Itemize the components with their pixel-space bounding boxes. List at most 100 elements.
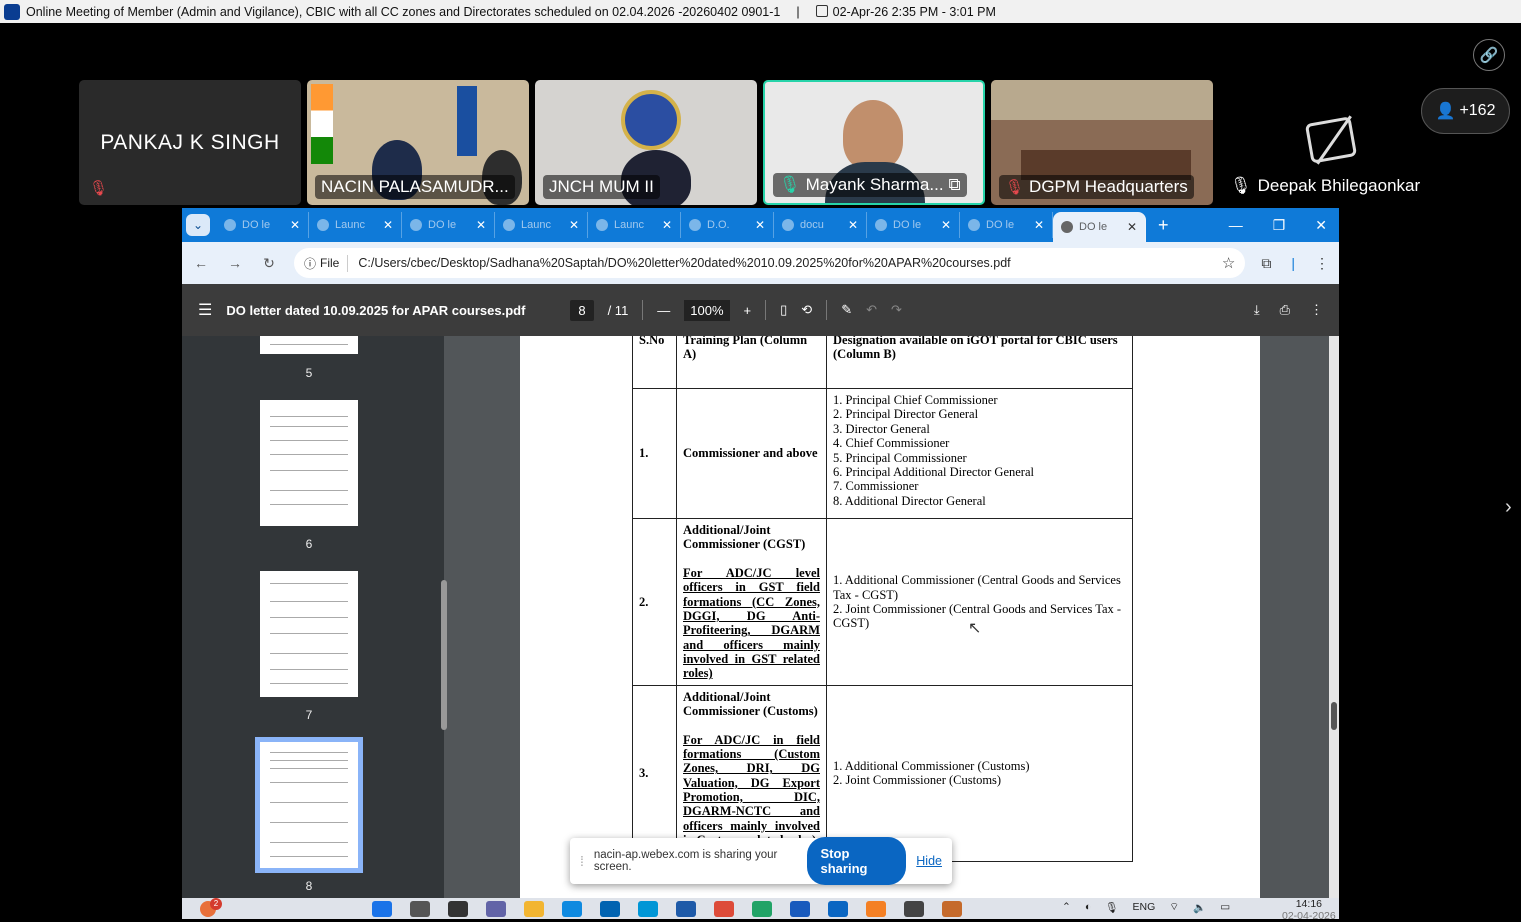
page-thumbnail[interactable] <box>260 336 358 354</box>
close-tab-icon[interactable]: ✕ <box>476 218 486 232</box>
edge-icon[interactable] <box>562 901 582 917</box>
participant-tile[interactable]: PANKAJ K SINGH 🎙 <box>79 80 301 205</box>
minimize-icon[interactable]: — <box>1229 217 1243 234</box>
browser-tab[interactable]: Launc ✕ <box>588 212 681 238</box>
app-icon[interactable] <box>942 901 962 917</box>
participant-tile-active-speaker[interactable]: 🎙 Mayank Sharma... ⧉ <box>763 80 985 205</box>
close-tab-icon[interactable]: ✕ <box>1034 218 1044 232</box>
volume-icon[interactable]: 🔈 <box>1193 901 1206 914</box>
browser-tab[interactable]: Launc ✕ <box>309 212 402 238</box>
designation-item: 2. Joint Commissioner (Customs) <box>833 773 1002 788</box>
calendar-icon <box>815 4 828 17</box>
taskbar-clock[interactable]: 14:16 02-04-2026 <box>1282 898 1336 922</box>
page-number-input[interactable]: 8 <box>570 299 594 321</box>
microphone-icon[interactable]: 🎙 <box>1105 901 1118 914</box>
reload-icon[interactable]: ↻ <box>260 255 278 272</box>
zoom-level-input[interactable]: 100% <box>684 299 730 321</box>
close-tab-icon[interactable]: ✕ <box>569 218 579 232</box>
chrome-icon[interactable] <box>714 901 734 917</box>
more-options-icon[interactable]: ⋮ <box>1310 302 1323 318</box>
drag-handle-icon[interactable]: ⁞ <box>580 853 584 869</box>
browser-tab[interactable]: DO le ✕ <box>402 212 495 238</box>
browser-tab[interactable]: D.O. ✕ <box>681 212 774 238</box>
word-icon[interactable] <box>790 901 810 917</box>
new-tab-button[interactable]: + <box>1158 215 1169 236</box>
more-menu-icon[interactable]: ⋮ <box>1315 255 1329 272</box>
hamburger-menu-icon[interactable]: ☰ <box>198 300 212 320</box>
participant-tile[interactable]: JNCH MUM II <box>535 80 757 205</box>
header-column-b: Designation available on iGOT portal for… <box>826 336 1133 389</box>
close-tab-icon[interactable]: ✕ <box>941 218 951 232</box>
page-thumbnail[interactable] <box>260 571 358 697</box>
excel-icon[interactable] <box>752 901 772 917</box>
thumbnail-scrollbar[interactable] <box>440 336 450 898</box>
page-thumbnail[interactable] <box>260 400 358 526</box>
page-thumbnail-selected[interactable] <box>255 737 363 873</box>
pdf-scrollbar[interactable] <box>1329 336 1339 898</box>
close-tab-icon[interactable]: ✕ <box>383 218 393 232</box>
undo-icon[interactable]: ↶ <box>866 302 877 318</box>
close-tab-icon[interactable]: ✕ <box>662 218 672 232</box>
bookmark-star-icon[interactable]: ☆ <box>1222 254 1235 272</box>
address-bar[interactable]: ⓘ File C:/Users/cbec/Desktop/Sadhana%20Sa… <box>294 248 1246 278</box>
participant-tile[interactable]: 🎙 DGPM Headquarters <box>991 80 1213 205</box>
download-icon[interactable]: ⤓ <box>1254 302 1260 318</box>
stop-sharing-button[interactable]: Stop sharing <box>806 837 907 885</box>
thumbnail-line <box>270 440 348 441</box>
participant-tile[interactable]: NACIN PALASAMUDR... <box>307 80 529 205</box>
hide-link[interactable]: Hide <box>916 854 942 868</box>
browser-tab[interactable]: DO le ✕ <box>867 212 960 238</box>
tab-search-icon[interactable]: ⌄ <box>186 214 210 236</box>
designation-item: 3. Director General <box>833 421 930 436</box>
scrollbar-thumb[interactable] <box>441 580 447 730</box>
app-icon[interactable] <box>676 901 696 917</box>
tray-icon[interactable]: ◐ <box>1085 901 1091 913</box>
chevron-right-icon[interactable]: › <box>1505 496 1512 519</box>
battery-icon[interactable]: ▭ <box>1220 901 1230 913</box>
close-tab-icon[interactable]: ✕ <box>1127 220 1137 234</box>
file-explorer-icon[interactable] <box>524 901 544 917</box>
participant-count-button[interactable]: 👤 +162 <box>1421 88 1510 134</box>
back-icon[interactable]: ← <box>192 255 210 271</box>
close-tab-icon[interactable]: ✕ <box>848 218 858 232</box>
fit-page-icon[interactable]: ▯ <box>780 302 787 318</box>
teams-icon[interactable] <box>486 901 506 917</box>
thumbnail-line <box>270 768 348 769</box>
chevron-up-icon[interactable]: ⌃ <box>1062 901 1071 913</box>
browser-tab[interactable]: DO le ✕ <box>960 212 1053 238</box>
hp-icon[interactable] <box>638 901 658 917</box>
close-tab-icon[interactable]: ✕ <box>755 218 765 232</box>
site-info-chip[interactable]: ⓘ File <box>304 254 349 272</box>
language-indicator[interactable]: ENG <box>1133 901 1156 913</box>
store-icon[interactable] <box>600 901 620 917</box>
browser-tab[interactable]: Launc ✕ <box>495 212 588 238</box>
app-icon[interactable] <box>866 901 886 917</box>
row-training-plan: Additional/Joint Commissioner (CGST) For… <box>676 518 827 686</box>
redo-icon[interactable]: ↷ <box>891 302 902 318</box>
thumbnail-line <box>270 752 348 753</box>
close-window-icon[interactable]: ✕ <box>1315 217 1327 234</box>
app-icon[interactable] <box>904 901 924 917</box>
wifi-icon[interactable]: ⌔ <box>1169 900 1179 914</box>
extensions-icon[interactable]: ⧉ <box>1261 255 1271 272</box>
url-text[interactable]: C:/Users/cbec/Desktop/Sadhana%20Saptah/D… <box>358 256 1010 270</box>
search-icon[interactable] <box>410 901 430 917</box>
zoom-out-icon[interactable]: — <box>657 303 670 318</box>
start-windows-icon[interactable] <box>372 901 392 917</box>
webex-icon[interactable] <box>828 901 848 917</box>
rotate-icon[interactable]: ⟲ <box>801 302 812 318</box>
annotate-pen-icon[interactable]: ✎ <box>841 302 852 318</box>
browser-tab-active[interactable]: DO le ✕ <box>1053 212 1146 242</box>
designation-item: 4. Chief Commissioner <box>833 436 950 451</box>
zoom-in-icon[interactable]: + <box>744 303 752 318</box>
restore-icon[interactable]: ❐ <box>1273 217 1286 234</box>
copy-link-icon[interactable]: 🔗 <box>1473 39 1505 71</box>
participant-name-label[interactable]: 🎙 Deepak Bhilegaonkar <box>1230 176 1420 196</box>
scrollbar-thumb[interactable] <box>1331 702 1337 730</box>
forward-icon[interactable]: → <box>226 255 244 271</box>
task-view-icon[interactable] <box>448 901 468 917</box>
browser-tab[interactable]: docu ✕ <box>774 212 867 238</box>
print-icon[interactable]: ⎙ <box>1280 302 1290 318</box>
close-tab-icon[interactable]: ✕ <box>290 218 300 232</box>
browser-tab[interactable]: DO le ✕ <box>216 212 309 238</box>
